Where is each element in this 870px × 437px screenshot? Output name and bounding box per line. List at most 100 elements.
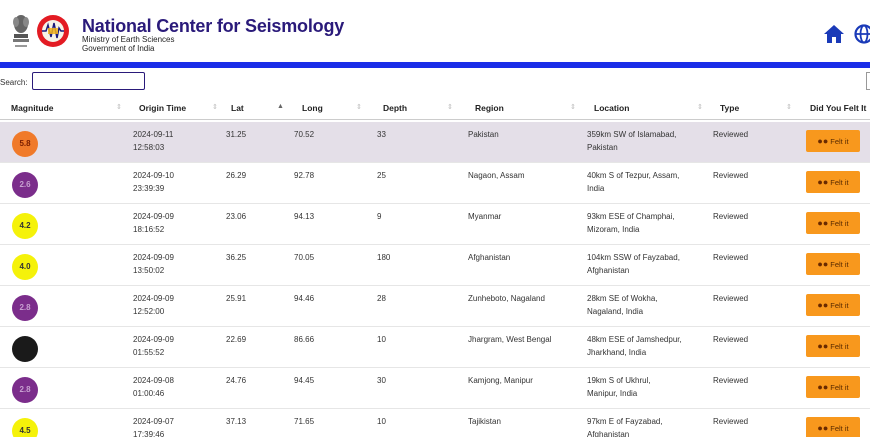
filter-edge (866, 72, 870, 90)
depth: 9 (377, 212, 382, 221)
location-line-2: Manipur, India (587, 389, 638, 398)
table-row[interactable]: 2024-09-09 01:55:52 22.69 86.66 10 Jhargram, … (0, 327, 870, 368)
table-row[interactable]: 2.6 2024-09-10 23:39:39 26.29 92.78 25 Nagaon,… (0, 163, 870, 204)
people-icon: ●● (817, 218, 829, 228)
felt-it-label: Felt it (830, 301, 849, 310)
event-type: Reviewed (713, 335, 749, 344)
origin-date: 2024-09-11 (133, 130, 174, 139)
magnitude-badge: 4.0 (12, 254, 38, 280)
felt-it-label: Felt it (830, 383, 849, 392)
felt-it-button[interactable]: ●● Felt it (806, 212, 860, 234)
sort-icon[interactable]: ⇕ (570, 103, 576, 111)
felt-it-button[interactable]: ●● Felt it (806, 335, 860, 357)
sort-icon[interactable]: ⇕ (697, 103, 703, 111)
column-header-lat[interactable]: Lat (231, 103, 244, 113)
sort-icon[interactable]: ⇕ (116, 103, 122, 111)
origin-clock: 23:39:39 (133, 184, 165, 193)
column-header-region[interactable]: Region (475, 103, 504, 113)
longitude: 86.66 (294, 335, 315, 344)
location-line-1: 359km SW of Islamabad, (587, 130, 677, 139)
home-icon[interactable] (823, 24, 845, 44)
felt-it-label: Felt it (830, 342, 849, 351)
sort-icon[interactable]: ⇕ (447, 103, 453, 111)
location: 104km SSW of Fayzabad, Afghanistan (587, 251, 680, 277)
origin-time: 2024-09-09 18:16:52 (133, 210, 174, 236)
column-header-magnitude[interactable]: Magnitude (11, 103, 54, 113)
longitude: 94.46 (294, 294, 315, 303)
location-line-1: 28km SE of Wokha, (587, 294, 658, 303)
location: 97km E of Fayzabad, Afghanistan (587, 415, 663, 437)
site-header: National Center for Seismology Ministry … (0, 0, 870, 60)
people-icon: ●● (817, 382, 829, 392)
felt-it-label: Felt it (830, 178, 849, 187)
felt-it-label: Felt it (830, 137, 849, 146)
table-row[interactable]: 2.8 2024-09-08 01:00:46 24.76 94.45 30 Kamjong… (0, 368, 870, 409)
table-row[interactable]: 4.2 2024-09-09 18:16:52 23.06 94.13 9 Myanmar 9… (0, 204, 870, 245)
felt-it-button[interactable]: ●● Felt it (806, 130, 860, 152)
origin-date: 2024-09-08 (133, 376, 174, 385)
depth: 30 (377, 376, 386, 385)
latitude: 25.91 (226, 294, 247, 303)
emblem-icon (13, 15, 29, 47)
felt-it-button[interactable]: ●● Felt it (806, 417, 860, 437)
sort-icon[interactable]: ⇕ (356, 103, 362, 111)
column-header-felt-it[interactable]: Did You Felt It (810, 103, 866, 113)
origin-time: 2024-09-09 13:50:02 (133, 251, 174, 277)
government-text: Government of India (82, 44, 155, 53)
table-row[interactable]: 4.0 2024-09-09 13:50:02 36.25 70.05 180 Afghan… (0, 245, 870, 286)
depth: 33 (377, 130, 386, 139)
origin-date: 2024-09-09 (133, 212, 174, 221)
globe-icon[interactable] (854, 24, 870, 44)
location-line-1: 40km S of Tezpur, Assam, (587, 171, 680, 180)
magnitude-badge: 5.8 (12, 131, 38, 157)
sort-asc-icon[interactable]: ▲ (277, 103, 284, 110)
location-line-2: Nagaland, India (587, 307, 644, 316)
column-header-location[interactable]: Location (594, 103, 629, 113)
felt-it-button[interactable]: ●● Felt it (806, 294, 860, 316)
origin-clock: 17:39:46 (133, 430, 165, 437)
location-line-2: Jharkhand, India (587, 348, 647, 357)
event-type: Reviewed (713, 253, 749, 262)
longitude: 70.52 (294, 130, 315, 139)
location-line-2: Afghanistan (587, 430, 630, 437)
felt-it-button[interactable]: ●● Felt it (806, 171, 860, 193)
magnitude-badge: 2.6 (12, 172, 38, 198)
ncs-logo-icon (37, 15, 69, 47)
origin-clock: 13:50:02 (133, 266, 165, 275)
latitude: 36.25 (226, 253, 247, 262)
origin-time: 2024-09-07 17:39:46 (133, 415, 174, 437)
column-header-long[interactable]: Long (302, 103, 323, 113)
felt-it-button[interactable]: ●● Felt it (806, 376, 860, 398)
sort-icon[interactable]: ⇕ (786, 103, 792, 111)
origin-time: 2024-09-09 01:55:52 (133, 333, 174, 359)
search-input[interactable] (32, 72, 145, 90)
event-type: Reviewed (713, 212, 749, 221)
longitude: 92.78 (294, 171, 315, 180)
region: Jhargram, West Bengal (468, 335, 552, 344)
location-line-1: 97km E of Fayzabad, (587, 417, 663, 426)
latitude: 31.25 (226, 130, 247, 139)
table-row[interactable]: 4.5 2024-09-07 17:39:46 37.13 71.65 10 Tajikis… (0, 409, 870, 437)
longitude: 70.05 (294, 253, 315, 262)
region: Myanmar (468, 212, 502, 221)
location: 28km SE of Wokha, Nagaland, India (587, 292, 658, 318)
people-icon: ●● (817, 259, 829, 269)
region: Afghanistan (468, 253, 511, 262)
event-type: Reviewed (713, 417, 749, 426)
event-type: Reviewed (713, 171, 749, 180)
origin-clock: 01:55:52 (133, 348, 165, 357)
sort-icon[interactable]: ⇕ (212, 103, 218, 111)
origin-date: 2024-09-09 (133, 335, 174, 344)
felt-it-button[interactable]: ●● Felt it (806, 253, 860, 275)
region: Tajikistan (468, 417, 501, 426)
table-row[interactable]: 5.8 2024-09-11 12:58:03 31.25 70.52 33 Pakista… (0, 122, 870, 163)
column-header-type[interactable]: Type (720, 103, 739, 113)
table-row[interactable]: 2.8 2024-09-09 12:52:00 25.91 94.46 28 Zunhebo… (0, 286, 870, 327)
column-header-origin-time[interactable]: Origin Time (139, 103, 186, 113)
column-header-depth[interactable]: Depth (383, 103, 407, 113)
origin-date: 2024-09-09 (133, 294, 174, 303)
depth: 180 (377, 253, 391, 262)
event-type: Reviewed (713, 130, 749, 139)
felt-it-label: Felt it (830, 219, 849, 228)
location-line-1: 93km ESE of Champhai, (587, 212, 675, 221)
